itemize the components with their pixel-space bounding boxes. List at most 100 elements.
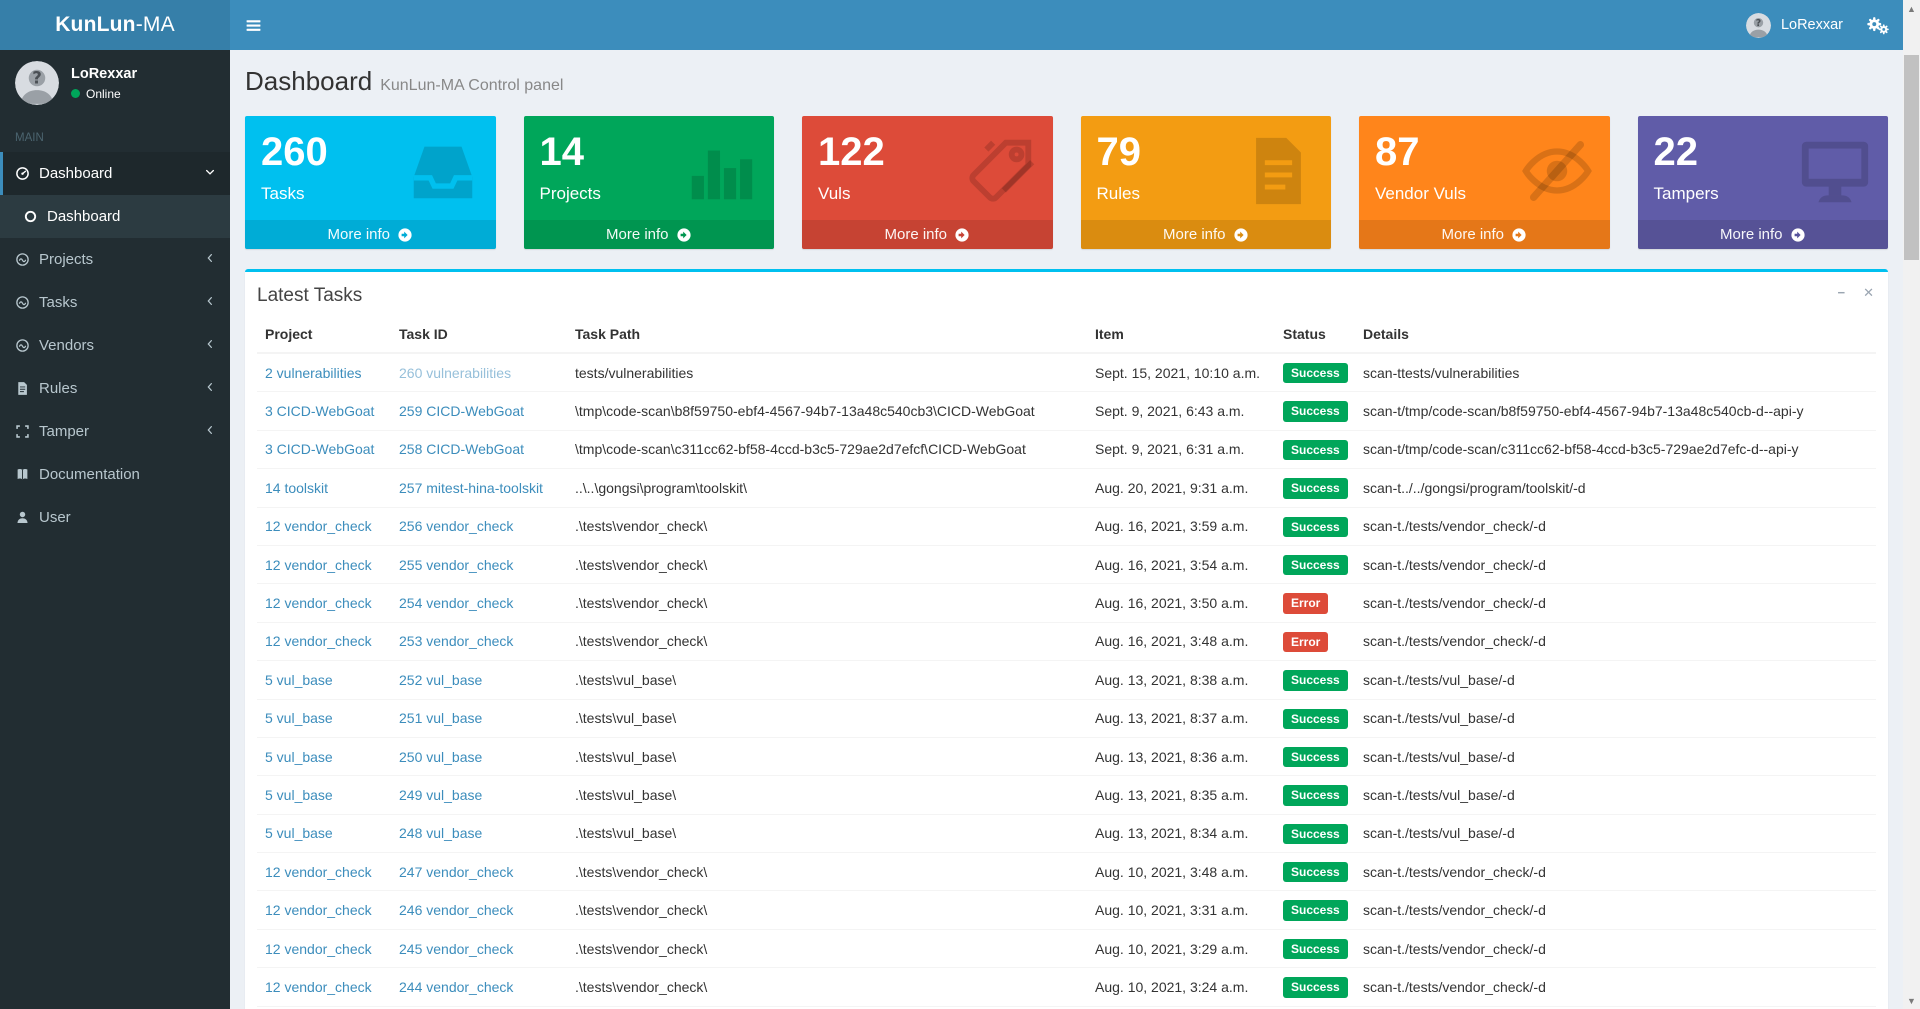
scroll-down-icon[interactable]: ▼	[1903, 992, 1920, 1009]
sidebar-subitem-dashboard[interactable]: Dashboard	[0, 199, 230, 234]
cogs-icon	[1865, 15, 1889, 35]
task-id-link[interactable]: 256 vendor_check	[399, 518, 513, 534]
status-badge: Success	[1283, 977, 1348, 997]
column-header-task-path: Task Path	[567, 316, 1087, 353]
chevron-left-icon	[204, 338, 216, 350]
sidebar-user-panel: ? LoRexxar Online	[0, 50, 230, 116]
sidebar-item-documentation[interactable]: Documentation	[0, 453, 230, 496]
project-link[interactable]: 5 vul_base	[265, 825, 333, 841]
project-link[interactable]: 12 vendor_check	[265, 864, 372, 880]
task-id-link[interactable]: 260 vulnerabilities	[399, 365, 511, 381]
task-id-link[interactable]: 251 vul_base	[399, 710, 482, 726]
bar-chart-icon	[682, 132, 760, 210]
sidebar-menu: Dashboard Dashboard ProjectsTasksVendorsRu…	[0, 152, 230, 539]
project-link[interactable]: 5 vul_base	[265, 787, 333, 803]
task-item: Aug. 10, 2021, 3:48 a.m.	[1087, 853, 1275, 891]
more-info-link[interactable]: More info	[245, 220, 496, 249]
project-link[interactable]: 3 CICD-WebGoat	[265, 403, 374, 419]
sidebar-toggle-button[interactable]	[230, 0, 276, 50]
project-link[interactable]: 12 vendor_check	[265, 518, 372, 534]
sidebar-item-projects[interactable]: Projects	[0, 238, 230, 281]
task-details: scan-t./tests/vul_base/-d	[1355, 661, 1876, 699]
task-item: Aug. 16, 2021, 3:59 a.m.	[1087, 507, 1275, 545]
task-id-link[interactable]: 259 CICD-WebGoat	[399, 403, 524, 419]
scroll-up-icon[interactable]: ▲	[1903, 0, 1920, 17]
brand-logo[interactable]: KunLun-MA	[0, 0, 230, 50]
task-details: scan-t./tests/vul_base/-d	[1355, 737, 1876, 775]
task-details: scan-t./tests/vul_base/-d	[1355, 814, 1876, 852]
sidebar-user-status[interactable]: Online	[71, 87, 137, 101]
sidebar-item-user[interactable]: User	[0, 496, 230, 539]
more-info-link[interactable]: More info	[1081, 220, 1332, 249]
task-id-link[interactable]: 254 vendor_check	[399, 595, 513, 611]
sidebar-item-label: Documentation	[39, 466, 140, 483]
column-header-task-id: Task ID	[391, 316, 567, 353]
task-path: .\tests\vendor_check\	[567, 853, 1087, 891]
project-link[interactable]: 2 vulnerabilities	[265, 365, 362, 381]
more-info-link[interactable]: More info	[524, 220, 775, 249]
project-link[interactable]: 12 vendor_check	[265, 595, 372, 611]
task-id-link[interactable]: 247 vendor_check	[399, 864, 513, 880]
task-item: Aug. 16, 2021, 3:48 a.m.	[1087, 622, 1275, 660]
sidebar-item-label: User	[39, 509, 71, 526]
sidebar-item-tamper[interactable]: Tamper	[0, 410, 230, 453]
project-link[interactable]: 12 vendor_check	[265, 633, 372, 649]
book-icon	[15, 467, 30, 482]
task-id-link[interactable]: 255 vendor_check	[399, 557, 513, 573]
task-item: Sept. 15, 2021, 10:10 a.m.	[1087, 353, 1275, 392]
avatar: ?	[15, 61, 59, 105]
collapse-icon[interactable]: −	[1836, 284, 1848, 301]
navbar-username: LoRexxar	[1781, 17, 1843, 33]
infobox-vendor-vuls: 87Vendor VulsMore info	[1359, 116, 1610, 249]
project-link[interactable]: 12 vendor_check	[265, 557, 372, 573]
task-id-link[interactable]: 257 mitest-hina-toolskit	[399, 480, 543, 496]
task-row: 5 vul_base248 vul_base.\tests\vul_base\A…	[257, 814, 1876, 852]
status-badge: Success	[1283, 747, 1348, 767]
project-link[interactable]: 14 toolskit	[265, 480, 328, 496]
sidebar-item-vendors[interactable]: Vendors	[0, 324, 230, 367]
navbar-user-menu[interactable]: ? LoRexxar	[1732, 0, 1857, 50]
task-item: Aug. 13, 2021, 8:36 a.m.	[1087, 737, 1275, 775]
scrollbar-thumb[interactable]	[1904, 55, 1919, 260]
online-dot-icon	[71, 89, 80, 98]
more-info-link[interactable]: More info	[802, 220, 1053, 249]
project-link[interactable]: 12 vendor_check	[265, 902, 372, 918]
project-link[interactable]: 5 vul_base	[265, 749, 333, 765]
task-id-link[interactable]: 258 CICD-WebGoat	[399, 441, 524, 457]
task-path: .\tests\vul_base\	[567, 737, 1087, 775]
task-row: 12 vendor_check254 vendor_check.\tests\v…	[257, 584, 1876, 622]
project-link[interactable]: 5 vul_base	[265, 672, 333, 688]
top-navbar: ? LoRexxar	[230, 0, 1903, 50]
task-id-link[interactable]: 250 vul_base	[399, 749, 482, 765]
page-title: Dashboard	[245, 66, 372, 96]
sidebar-item-tasks[interactable]: Tasks	[0, 281, 230, 324]
project-link[interactable]: 5 vul_base	[265, 710, 333, 726]
project-link[interactable]: 12 vendor_check	[265, 979, 372, 995]
file-text-icon	[15, 381, 30, 396]
close-icon[interactable]: ✕	[1861, 284, 1876, 301]
column-header-details: Details	[1355, 316, 1876, 353]
project-link[interactable]: 12 vendor_check	[265, 941, 372, 957]
settings-button[interactable]	[1857, 0, 1903, 50]
sidebar-item-rules[interactable]: Rules	[0, 367, 230, 410]
infobox-tampers: 22TampersMore info	[1638, 116, 1889, 249]
task-id-link[interactable]: 253 vendor_check	[399, 633, 513, 649]
task-id-link[interactable]: 245 vendor_check	[399, 941, 513, 957]
task-row: 2 vulnerabilities260 vulnerabilitiestest…	[257, 353, 1876, 392]
task-path: .\tests\vul_base\	[567, 661, 1087, 699]
app-root: KunLun-MA ? LoRexxar Online MAIN Dashboa…	[0, 0, 1920, 1009]
task-details: scan-t../../gongsi/program/toolskit/-d	[1355, 469, 1876, 507]
more-info-link[interactable]: More info	[1638, 220, 1889, 249]
more-info-link[interactable]: More info	[1359, 220, 1610, 249]
desktop-icon	[1796, 132, 1874, 210]
task-id-link[interactable]: 249 vul_base	[399, 787, 482, 803]
task-id-link[interactable]: 244 vendor_check	[399, 979, 513, 995]
task-id-link[interactable]: 248 vul_base	[399, 825, 482, 841]
task-id-link[interactable]: 246 vendor_check	[399, 902, 513, 918]
project-link[interactable]: 3 CICD-WebGoat	[265, 441, 374, 457]
status-badge: Success	[1283, 824, 1348, 844]
task-id-link[interactable]: 252 vul_base	[399, 672, 482, 688]
sidebar-item-dashboard[interactable]: Dashboard	[0, 152, 230, 195]
task-details: scan-t./tests/vendor_check/-d	[1355, 891, 1876, 929]
svg-text:?: ?	[32, 69, 42, 88]
